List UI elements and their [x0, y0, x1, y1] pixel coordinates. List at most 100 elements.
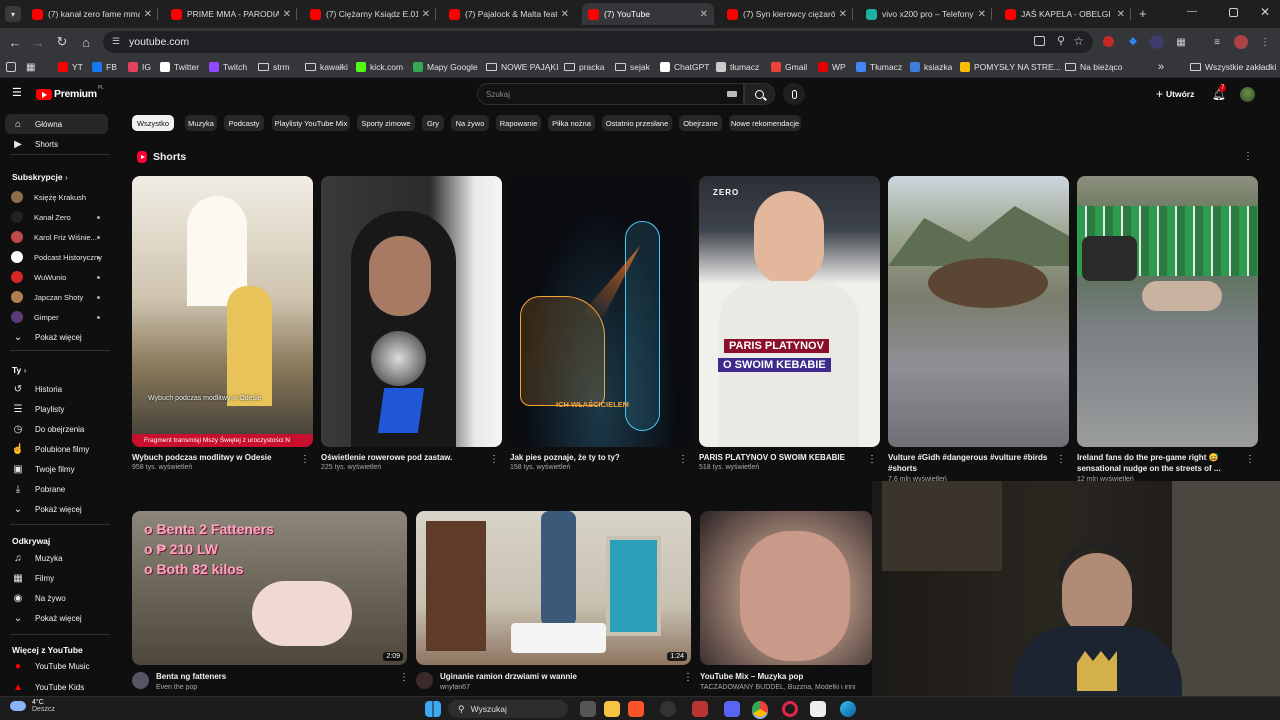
short-title[interactable]: Vulture #Gidh #dangerous #vulture #birds… — [888, 452, 1058, 474]
browser-tab[interactable]: (7) YouTube ✕ — [582, 3, 714, 25]
bookmark-item[interactable]: ChatGPT — [660, 60, 709, 74]
browser-tab[interactable]: PRIME MMA - PARODIA ✕ — [165, 3, 297, 25]
video-title[interactable]: Uginanie ramion drzwiami w wannie — [440, 672, 577, 681]
site-info-icon[interactable]: ☰ — [112, 36, 120, 47]
search-input[interactable]: Szukaj — [486, 90, 510, 99]
sidebar-item-pobrane[interactable]: ⤓ Pobrane — [5, 479, 108, 499]
tab-search-button[interactable]: ▾ — [5, 6, 21, 22]
video-thumbnail[interactable]: o Benta 2 Fatteners o ₱ 210 LW o Both 82… — [132, 511, 407, 665]
bookmark-item[interactable]: pracka — [564, 60, 605, 74]
maximize-button[interactable] — [1229, 8, 1238, 17]
tab-close-icon[interactable]: ✕ — [561, 9, 569, 20]
subscription-item[interactable]: Kanał Zero — [5, 207, 108, 227]
tab-close-icon[interactable]: ✕ — [839, 9, 847, 20]
keyboard-icon[interactable] — [727, 91, 737, 97]
video-title[interactable]: Benta ng fatteners — [156, 672, 226, 681]
tab-close-icon[interactable]: ✕ — [144, 9, 152, 20]
sidebar-item-poka-wi-cej[interactable]: ⌄ Pokaż więcej — [5, 608, 108, 628]
video-channel-name[interactable]: TACZADOWANY BUDDEL, Buzzna, Modelki i in… — [700, 684, 870, 691]
bookmark-item[interactable]: IG — [128, 60, 151, 74]
home-button[interactable]: ⌂ — [76, 32, 96, 52]
bookmark-item[interactable]: strm — [258, 60, 290, 74]
sidebar-item-muzyka[interactable]: ♫ Muzyka — [5, 548, 108, 568]
video-thumbnail[interactable]: 1:24 — [416, 511, 691, 665]
bookmark-item[interactable]: Twitch — [209, 60, 247, 74]
search-button[interactable] — [744, 83, 775, 105]
filter-chip[interactable]: Na żywo — [451, 115, 489, 131]
reload-button[interactable]: ↻ — [52, 32, 72, 52]
notes-app-icon[interactable] — [810, 701, 826, 717]
bookmark-item[interactable]: Gmail — [771, 60, 807, 74]
create-button[interactable]: + Utwórz — [1156, 86, 1194, 102]
vpn-extension-icon[interactable] — [1150, 35, 1164, 49]
filter-chip[interactable]: Sporty zimowe — [357, 115, 415, 131]
close-window-button[interactable]: ✕ — [1260, 5, 1270, 19]
install-app-icon[interactable] — [1034, 36, 1045, 46]
subscription-item[interactable]: Karol Friz Wiśnie... — [5, 227, 108, 247]
bookmark-star-icon[interactable]: ☆ — [1073, 34, 1084, 48]
sidebar-item-g-wna[interactable]: ⌂ Główna — [5, 114, 108, 134]
bookmark-item[interactable]: YT — [58, 60, 83, 74]
weather-widget[interactable]: 4°C Deszcz — [10, 699, 55, 713]
shorts-shelf-menu-icon[interactable]: ⋮ — [1243, 151, 1253, 163]
sidebar-item-playlisty[interactable]: ☰ Playlisty — [5, 399, 108, 419]
short-menu-icon[interactable]: ⋮ — [678, 454, 688, 466]
channel-avatar[interactable] — [416, 672, 433, 689]
subscriptions-show-more[interactable]: ⌄ Pokaż więcej — [5, 327, 108, 347]
hamburger-menu-icon[interactable]: ☰ — [12, 88, 23, 99]
address-bar[interactable]: ☰ youtube.com ⚲ ☆ — [103, 31, 1093, 53]
bookmark-item[interactable]: kawałki — [305, 60, 348, 74]
bookmark-item[interactable]: ksiazka — [910, 60, 952, 74]
you-header[interactable]: Ty › — [12, 365, 27, 375]
video-channel-name[interactable]: Even the pop — [156, 684, 396, 691]
file-explorer-icon[interactable] — [604, 701, 620, 717]
search-box[interactable]: Szukaj — [477, 83, 744, 105]
bookmark-item[interactable]: Mapy Google — [413, 60, 478, 74]
all-bookmarks-folder[interactable]: Wszystkie zakładki — [1190, 60, 1276, 74]
sidebar-item-poka-wi-cej[interactable]: ⌄ Pokaż więcej — [5, 499, 108, 519]
browser-tab[interactable]: (7) Ciężarny Ksiądz E.01. ✕ — [304, 3, 436, 25]
bookmark-item[interactable]: WP — [818, 60, 846, 74]
filter-chip[interactable]: Nowe rekomendacje — [729, 115, 801, 131]
youtube-logo[interactable]: Premium PL — [36, 85, 104, 100]
tab-close-icon[interactable]: ✕ — [283, 9, 291, 20]
browser-tab[interactable]: (7) Pajalock & Malta feat. ✕ — [443, 3, 575, 25]
minimize-button[interactable]: — — [1187, 6, 1197, 17]
back-button[interactable]: ← — [5, 32, 25, 52]
profile-avatar[interactable] — [1234, 35, 1248, 49]
filter-chip[interactable]: Muzyka — [185, 115, 217, 131]
menu-kebab-icon[interactable]: ⋮ — [1258, 35, 1272, 49]
short-thumbnail[interactable] — [321, 176, 502, 447]
browser-tab[interactable]: JAŚ KAPELA - OBELGI I BL ✕ — [999, 3, 1131, 25]
grid-icon[interactable]: ▦ — [26, 60, 35, 74]
task-view-icon[interactable] — [580, 701, 596, 717]
filter-chip[interactable]: Playlisty YouTube Mix — [272, 115, 350, 131]
short-title[interactable]: Wybuch podczas modlitwy w Odesie — [132, 452, 302, 463]
bookmark-item[interactable]: NOWE PAJĄKI — [486, 60, 558, 74]
subscription-item[interactable]: Japczan Shoty — [5, 287, 108, 307]
filter-chip[interactable]: Ostatnio przesłane — [602, 115, 672, 131]
video-channel-name[interactable]: wnyfan67 — [440, 684, 680, 691]
channel-avatar[interactable] — [132, 672, 149, 689]
obs-icon[interactable] — [660, 701, 676, 717]
subscription-item[interactable]: Podcast Historyczny — [5, 247, 108, 267]
chrome-icon[interactable] — [752, 701, 768, 717]
short-thumbnail[interactable] — [1077, 176, 1258, 447]
notifications-button[interactable]: 🔔︎ 7 — [1212, 84, 1227, 101]
tab-close-icon[interactable]: ✕ — [700, 9, 708, 20]
bookmarks-more-button[interactable]: » — [1158, 60, 1164, 74]
extensions-puzzle-icon[interactable]: ▦ — [1174, 35, 1188, 49]
taskbar-search[interactable]: ⚲ Wyszukaj — [448, 700, 568, 718]
bookmark-item[interactable]: kick.com — [356, 60, 403, 74]
short-menu-icon[interactable]: ⋮ — [1056, 454, 1066, 466]
filter-chip[interactable]: Rapowanie — [496, 115, 541, 131]
filter-chip[interactable]: Wszystko — [132, 115, 174, 131]
short-menu-icon[interactable]: ⋮ — [300, 454, 310, 466]
discord-icon[interactable] — [724, 701, 740, 717]
sidebar-item-twoje-filmy[interactable]: ▣ Twoje filmy — [5, 459, 108, 479]
image-app-icon[interactable] — [692, 701, 708, 717]
sidebar-item-polubione-filmy[interactable]: ☝ Polubione filmy — [5, 439, 108, 459]
voice-search-button[interactable] — [783, 83, 805, 105]
bookmark-item[interactable]: Twitter — [160, 60, 199, 74]
short-menu-icon[interactable]: ⋮ — [489, 454, 499, 466]
